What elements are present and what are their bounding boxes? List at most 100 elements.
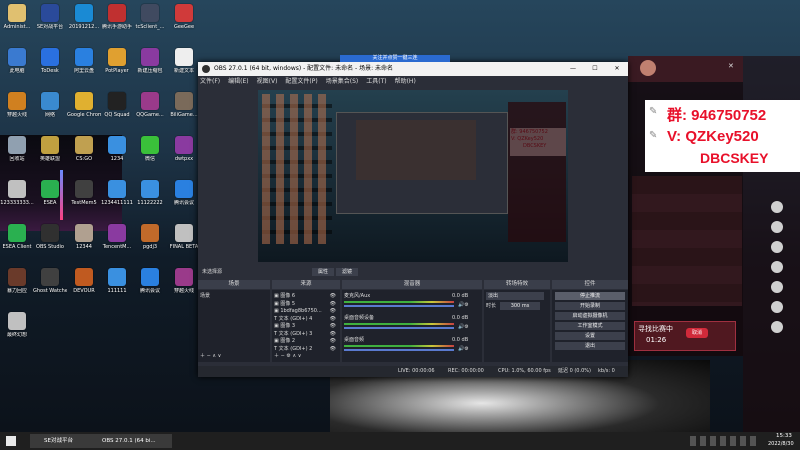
close-button[interactable]: ✕	[606, 62, 628, 76]
avatar[interactable]	[771, 301, 783, 313]
control-button[interactable]: 设置	[555, 332, 625, 340]
desktop-icon[interactable]: 网络	[33, 92, 67, 130]
desktop-icon[interactable]: 新建文本	[167, 48, 201, 86]
desktop-icon[interactable]: 腾讯会议	[167, 180, 201, 218]
app-icon	[8, 92, 26, 110]
desktop-icon[interactable]: 111111	[100, 268, 134, 306]
control-button[interactable]: 启动虚拟摄像机	[555, 312, 625, 320]
app-icon	[108, 136, 126, 154]
desktop-icon[interactable]: 阿里云盘	[67, 48, 101, 86]
maximize-button[interactable]: ☐	[584, 62, 606, 76]
desktop-icon[interactable]: 12344	[67, 224, 101, 262]
desktop-icon[interactable]: DEVOUR	[67, 268, 101, 306]
volume-slider[interactable]	[344, 305, 454, 307]
menu-item[interactable]: 帮助(H)	[395, 78, 416, 85]
source-item[interactable]: T 文本 (GDI+) 2 👁	[274, 345, 338, 353]
desktop-icon[interactable]: 腾讯会议	[133, 268, 167, 306]
desktop-icon[interactable]: ESEA Client	[0, 224, 34, 262]
desktop-icon[interactable]: ToDesk	[33, 48, 67, 86]
desktop-icon[interactable]: 11122222	[133, 180, 167, 218]
taskbar-date[interactable]: 2022/8/30	[768, 441, 794, 447]
menu-item[interactable]: 文件(F)	[200, 78, 220, 85]
desktop-icon[interactable]: 微信	[133, 136, 167, 174]
taskbar-task-obs[interactable]: OBS 27.0.1 (64 bi...	[88, 434, 172, 448]
desktop-icon[interactable]: 英雄联盟	[33, 136, 67, 174]
tray-icons[interactable]	[690, 436, 760, 446]
avatar[interactable]	[771, 241, 783, 253]
speaker-icon[interactable]: 🔊⚙	[458, 301, 469, 309]
eye-icon[interactable]: 👁	[330, 345, 336, 353]
desktop-icon[interactable]: GeeGee	[167, 4, 201, 42]
desktop-icon[interactable]: 暴力回应	[0, 268, 34, 306]
control-button[interactable]: 工作室模式	[555, 322, 625, 330]
menu-item[interactable]: 工具(T)	[366, 78, 386, 85]
menu-item[interactable]: 配置文件(P)	[285, 78, 317, 85]
scene-add-button[interactable]: ＋ − ∧ ∨	[200, 352, 221, 360]
desktop-icon[interactable]: pgdj3	[133, 224, 167, 262]
avatar[interactable]	[640, 60, 656, 76]
controls-dock-header: 控件	[552, 280, 628, 289]
desktop-icon[interactable]: PotPlayer	[100, 48, 134, 86]
desktop-icon[interactable]: QQGame...	[133, 92, 167, 130]
desktop-icon-label: DEVOUR	[73, 288, 95, 294]
desktop-icon[interactable]: FINAL BETA	[167, 224, 201, 262]
transition-select[interactable]: 淡出	[486, 292, 544, 300]
avatar[interactable]	[771, 201, 783, 213]
desktop-icon[interactable]: 新建压缩包	[133, 48, 167, 86]
volume-slider[interactable]	[344, 327, 454, 329]
properties-button[interactable]: 属性	[312, 268, 334, 276]
avatar[interactable]	[771, 261, 783, 273]
close-icon[interactable]: ✕	[728, 62, 736, 70]
taskbar-clock[interactable]: 15:33	[776, 433, 792, 439]
volume-slider[interactable]	[344, 349, 454, 351]
desktop-icon[interactable]: 穿越火线	[0, 92, 34, 130]
desktop-icon[interactable]: BiliGame...	[167, 92, 201, 130]
desktop-icon[interactable]: 最终幻想	[0, 312, 34, 350]
menu-item[interactable]: 视图(V)	[257, 78, 278, 85]
desktop-icon[interactable]: 此电脑	[0, 48, 34, 86]
speaker-icon[interactable]: 🔊⚙	[458, 345, 469, 353]
app-icon	[8, 312, 26, 330]
taskbar-task-se[interactable]: SE对战平台	[30, 434, 94, 448]
desktop-icon[interactable]: Administ...	[0, 4, 34, 42]
desktop-icon[interactable]: OBS Studio	[33, 224, 67, 262]
source-toolbar[interactable]: ＋ − ⚙ ∧ ∨	[274, 352, 301, 360]
desktop-icon-label: 111111	[107, 288, 127, 294]
volume-meter	[344, 323, 454, 325]
desktop-icon[interactable]: Ghost Watchers	[33, 268, 67, 306]
desktop-icon[interactable]: 1234	[100, 136, 134, 174]
desktop-icon[interactable]: SE对战平台	[33, 4, 67, 42]
desktop-icon[interactable]: CS:GO	[67, 136, 101, 174]
source-name: 文本 (GDI+) 4	[278, 315, 313, 322]
desktop-icon[interactable]: 回收站	[0, 136, 34, 174]
desktop-icon[interactable]: dwtpxx	[167, 136, 201, 174]
desktop-icon[interactable]: 1234411111	[100, 180, 134, 218]
windows-start-icon[interactable]	[6, 436, 16, 446]
desktop-icon[interactable]: TestMem5	[67, 180, 101, 218]
filters-button[interactable]: 滤镜	[336, 268, 358, 276]
desktop-icon[interactable]: ESEA	[33, 180, 67, 218]
avatar[interactable]	[771, 321, 783, 333]
scene-item[interactable]: 场景	[200, 292, 268, 300]
desktop-icon[interactable]: 穿越火线	[167, 268, 201, 306]
desktop-icon[interactable]: QQ Squad	[100, 92, 134, 130]
desktop-icon[interactable]: tcSclient_...	[133, 4, 167, 42]
duration-input[interactable]: 300 ms	[500, 302, 540, 310]
desktop-icon[interactable]: 20191212...	[67, 4, 101, 42]
control-button[interactable]: 开始录制	[555, 302, 625, 310]
obs-titlebar[interactable]: OBS 27.0.1 (64 bit, windows) - 配置文件: 未命名…	[198, 62, 628, 76]
cancel-button[interactable]: 取消	[686, 328, 708, 338]
avatar[interactable]	[771, 281, 783, 293]
minimize-button[interactable]: —	[562, 62, 584, 76]
speaker-icon[interactable]: 🔊⚙	[458, 323, 469, 331]
menu-item[interactable]: 编辑(E)	[228, 78, 248, 85]
desktop-icon[interactable]: TencentM...	[100, 224, 134, 262]
desktop-icon[interactable]: 腾讯手游助手	[100, 4, 134, 42]
control-button[interactable]: 退出	[555, 342, 625, 350]
obs-preview[interactable]: 群: 946750752 V: QZKey520 DBCSKEY	[258, 90, 568, 262]
desktop-icon[interactable]: Google Chrome	[67, 92, 101, 130]
avatar[interactable]	[771, 221, 783, 233]
menu-item[interactable]: 场景集合(S)	[326, 78, 359, 85]
control-button[interactable]: 停止推流	[555, 292, 625, 300]
desktop-icon[interactable]: 123333333...	[0, 180, 34, 218]
